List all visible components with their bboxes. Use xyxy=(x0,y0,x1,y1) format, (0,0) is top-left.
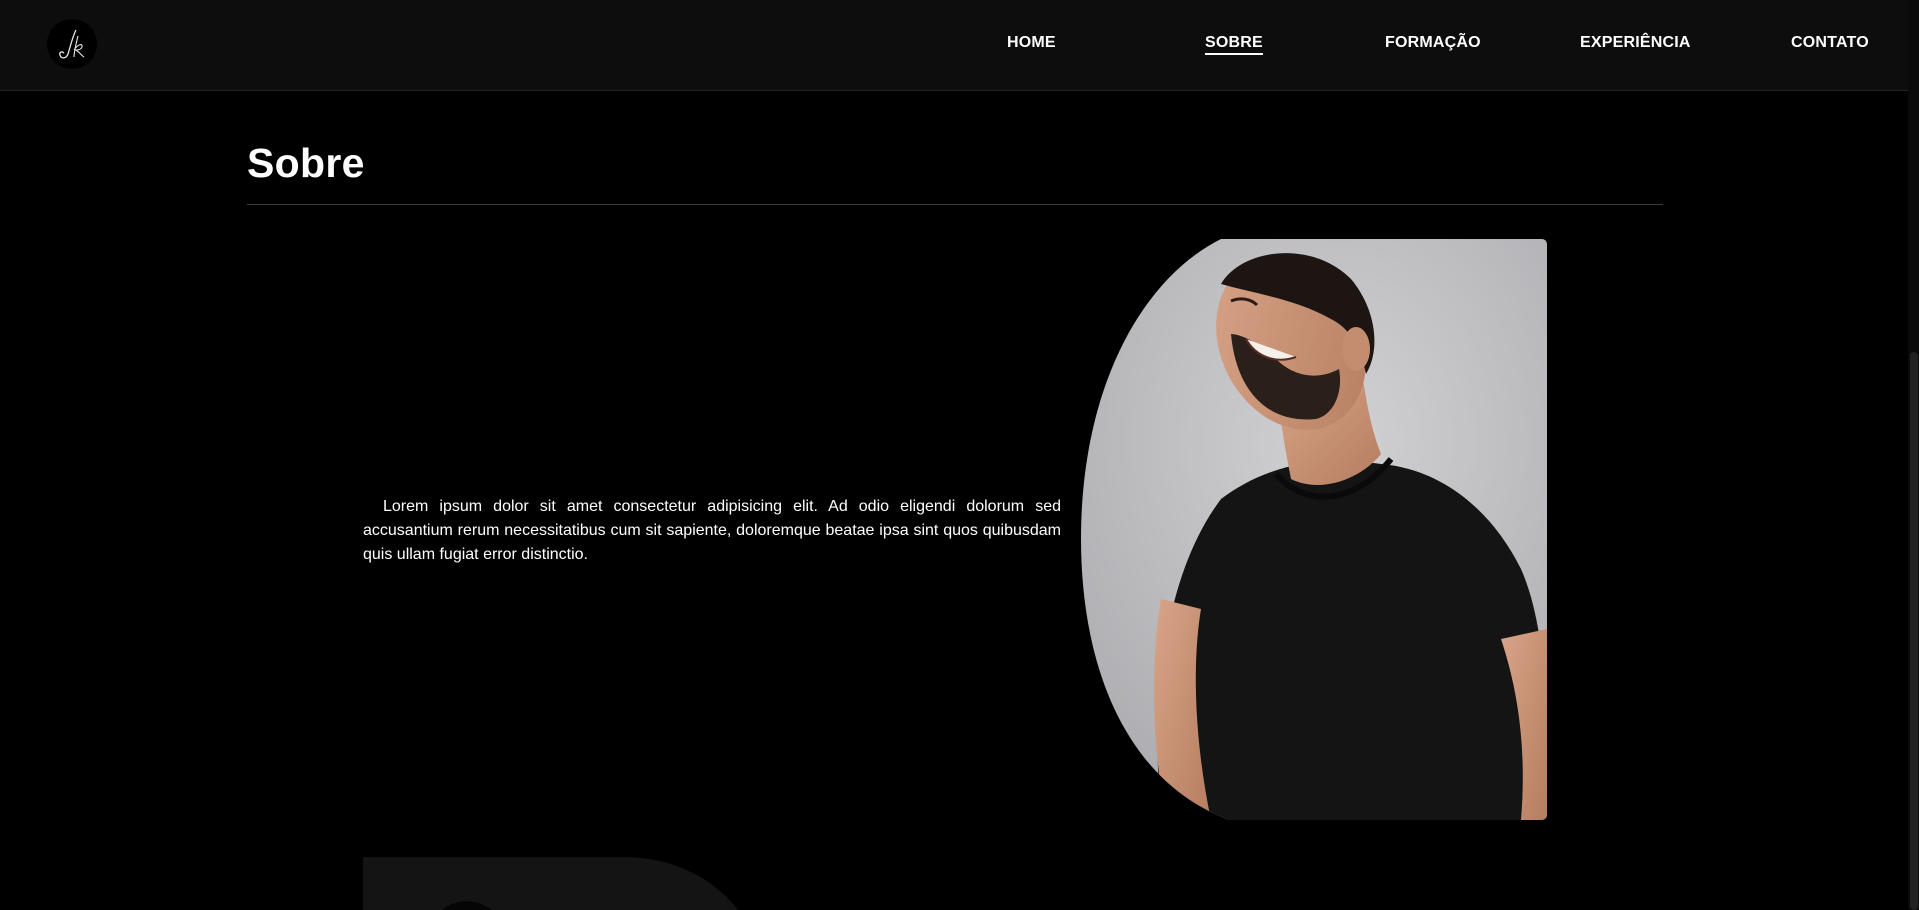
title-divider xyxy=(247,204,1663,205)
about-paragraph: Lorem ipsum dolor sit amet consectetur a… xyxy=(363,498,1061,563)
scrollbar-thumb[interactable] xyxy=(1910,352,1918,910)
monogram-icon xyxy=(59,29,85,59)
nav-home[interactable]: HOME xyxy=(1007,34,1056,52)
nav-contato[interactable]: CONTATO xyxy=(1791,34,1869,52)
second-photo-card xyxy=(363,857,783,910)
navbar: HOME SOBRE FORMAÇÃO EXPERIÊNCIA CONTATO xyxy=(0,0,1919,91)
nav-experiencia[interactable]: EXPERIÊNCIA xyxy=(1580,34,1691,52)
nav-formacao[interactable]: FORMAÇÃO xyxy=(1385,34,1481,52)
nav-sobre[interactable]: SOBRE xyxy=(1205,34,1263,55)
section-title: Sobre xyxy=(247,140,365,186)
profile-photo xyxy=(1081,239,1547,820)
logo-monogram[interactable] xyxy=(47,19,97,69)
